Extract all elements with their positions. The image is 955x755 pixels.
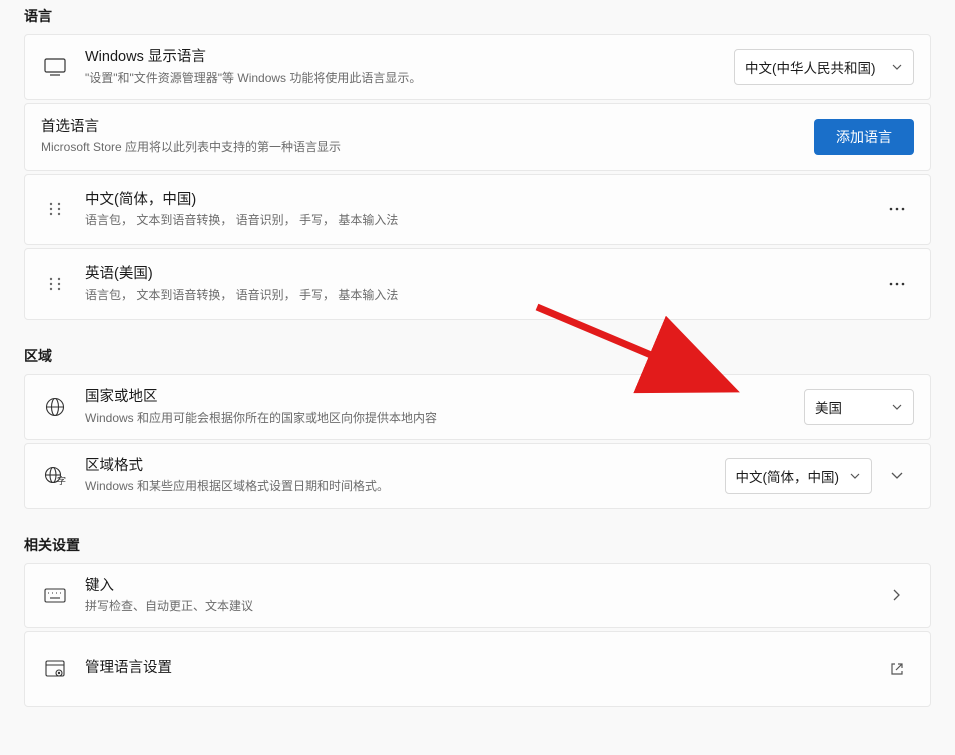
more-options-button[interactable] <box>880 267 914 301</box>
window-settings-icon <box>41 660 69 678</box>
display-language-title: Windows 显示语言 <box>85 48 734 68</box>
add-language-button[interactable]: 添加语言 <box>814 119 914 155</box>
region-format-value: 中文(简体，中国) <box>736 466 840 486</box>
drag-handle-icon[interactable] <box>41 202 69 216</box>
expand-chevron-icon[interactable] <box>880 459 914 493</box>
language-detail: 语言包， 文本到语音转换， 语音识别， 手写， 基本输入法 <box>85 212 880 228</box>
chevron-down-icon <box>849 470 861 482</box>
region-format-title: 区域格式 <box>85 457 725 477</box>
chevron-down-icon <box>891 401 903 413</box>
globe-text-icon: 字 <box>41 466 69 486</box>
external-link-icon <box>880 652 914 686</box>
drag-handle-icon[interactable] <box>41 277 69 291</box>
section-header-related: 相关设置 <box>24 535 931 555</box>
keyboard-icon <box>41 588 69 603</box>
region-format-row[interactable]: 字 区域格式 Windows 和某些应用根据区域格式设置日期和时间格式。 中文(… <box>24 443 931 509</box>
chevron-down-icon <box>891 61 903 73</box>
admin-title: 管理语言设置 <box>85 659 880 679</box>
section-header-region: 区域 <box>24 346 931 366</box>
country-title: 国家或地区 <box>85 388 804 408</box>
region-format-select[interactable]: 中文(简体，中国) <box>725 458 873 494</box>
country-value: 美国 <box>815 397 842 417</box>
more-options-button[interactable] <box>880 192 914 226</box>
display-language-row: Windows 显示语言 "设置"和"文件资源管理器"等 Windows 功能将… <box>24 34 931 100</box>
country-select[interactable]: 美国 <box>804 389 914 425</box>
display-language-value: 中文(中华人民共和国) <box>745 57 876 77</box>
display-language-select[interactable]: 中文(中华人民共和国) <box>734 49 914 85</box>
typing-sub: 拼写检查、自动更正、文本建议 <box>85 598 880 614</box>
monitor-icon <box>41 58 69 76</box>
chevron-right-icon <box>880 578 914 612</box>
language-item[interactable]: 英语(美国) 语言包， 文本到语音转换， 语音识别， 手写， 基本输入法 <box>24 248 931 320</box>
language-detail: 语言包， 文本到语音转换， 语音识别， 手写， 基本输入法 <box>85 287 880 303</box>
typing-row[interactable]: 键入 拼写检查、自动更正、文本建议 <box>24 563 931 629</box>
country-sub: Windows 和应用可能会根据你所在的国家或地区向你提供本地内容 <box>85 410 804 426</box>
svg-text:字: 字 <box>57 475 66 486</box>
language-name: 中文(简体，中国) <box>85 191 880 211</box>
region-format-sub: Windows 和某些应用根据区域格式设置日期和时间格式。 <box>85 478 725 494</box>
country-row: 国家或地区 Windows 和应用可能会根据你所在的国家或地区向你提供本地内容 … <box>24 374 931 440</box>
preferred-languages-header: 首选语言 Microsoft Store 应用将以此列表中支持的第一种语言显示 … <box>24 103 931 171</box>
globe-icon <box>41 397 69 417</box>
preferred-title: 首选语言 <box>41 118 814 138</box>
language-name: 英语(美国) <box>85 265 880 285</box>
admin-language-row[interactable]: 管理语言设置 <box>24 631 931 707</box>
typing-title: 键入 <box>85 577 880 597</box>
language-item[interactable]: 中文(简体，中国) 语言包， 文本到语音转换， 语音识别， 手写， 基本输入法 <box>24 174 931 246</box>
display-language-sub: "设置"和"文件资源管理器"等 Windows 功能将使用此语言显示。 <box>85 70 734 86</box>
preferred-sub: Microsoft Store 应用将以此列表中支持的第一种语言显示 <box>41 139 814 155</box>
section-header-language: 语言 <box>24 6 931 26</box>
